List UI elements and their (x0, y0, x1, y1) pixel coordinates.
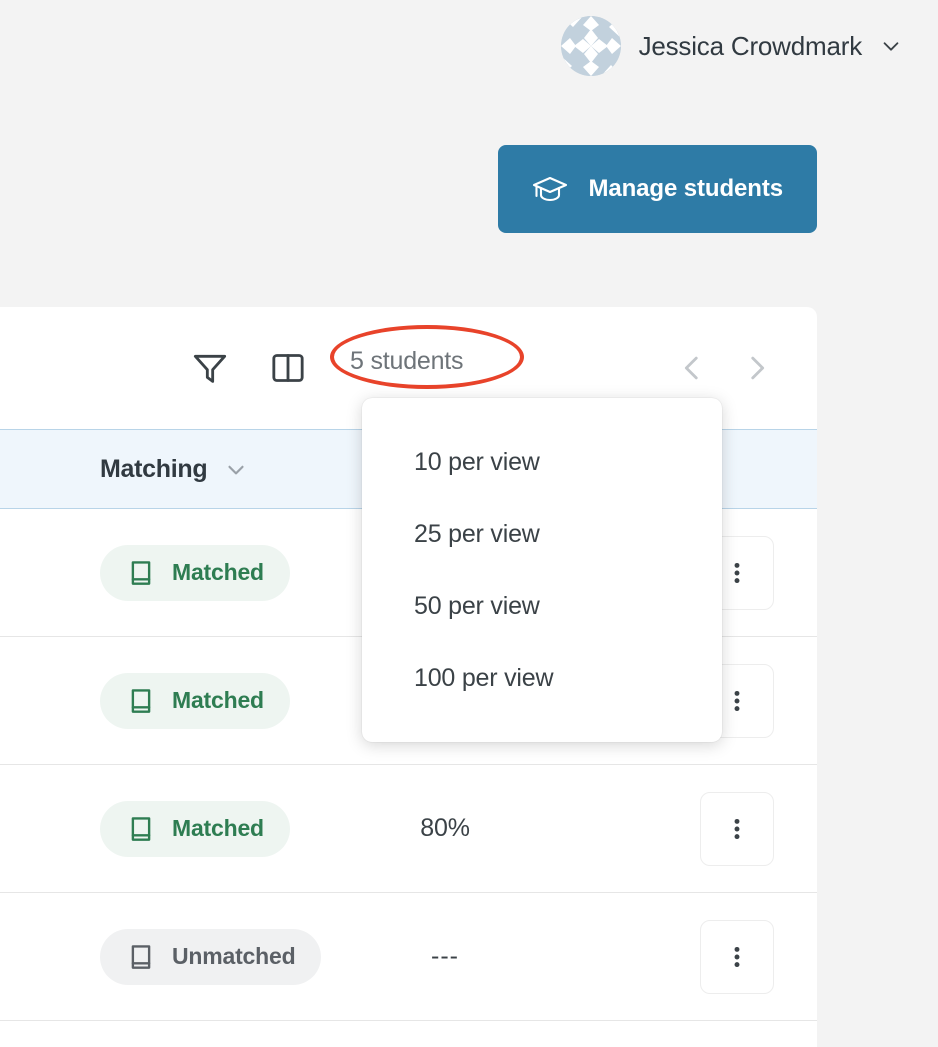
cell-matching-status: Matched (100, 672, 360, 729)
book-icon (131, 560, 151, 585)
kebab-menu-icon (734, 690, 740, 711)
status-badge-label: Matched (172, 559, 264, 585)
status-badge-label: Matched (172, 687, 264, 713)
per-view-option[interactable]: 100 per view (362, 642, 722, 714)
book-icon (131, 688, 151, 713)
pagination-next-button[interactable] (740, 351, 774, 385)
per-view-option[interactable]: 25 per view (362, 498, 722, 570)
manage-students-label: Manage students (588, 175, 783, 202)
cell-score: 80% (420, 814, 470, 842)
kebab-menu-icon (734, 562, 740, 583)
status-badge: Unmatched (100, 928, 322, 985)
cell-matching-status: Unmatched (100, 928, 360, 985)
cell-actions (700, 919, 774, 994)
per-view-count-button[interactable]: 5 students (350, 347, 464, 376)
user-avatar-identicon (560, 16, 621, 76)
kebab-menu-icon (734, 818, 740, 839)
action-row: Manage students (0, 145, 938, 233)
row-menu-button[interactable] (700, 919, 774, 994)
cell-matching-status: Matched (100, 800, 360, 857)
book-icon (131, 944, 151, 969)
cell-actions (700, 791, 774, 866)
status-badge: Matched (100, 672, 290, 729)
status-badge: Matched (100, 800, 290, 857)
status-badge-label: Matched (172, 815, 264, 841)
status-badge: Matched (100, 544, 290, 601)
cell-score: --- (431, 942, 459, 970)
column-header-matching[interactable]: Matching (100, 455, 249, 484)
per-view-option[interactable]: 50 per view (362, 570, 722, 642)
table-row[interactable]: Unmatched --- (0, 893, 817, 1021)
book-icon (131, 816, 151, 841)
filter-icon[interactable] (190, 348, 230, 388)
pagination-prev-button[interactable] (675, 351, 709, 385)
manage-students-button[interactable]: Manage students (498, 145, 817, 233)
cell-matching-status: Matched (100, 544, 360, 601)
user-name: Jessica Crowdmark (638, 30, 863, 61)
chevron-down-icon[interactable] (880, 35, 902, 57)
column-header-matching-label: Matching (100, 454, 208, 483)
kebab-menu-icon (734, 946, 740, 967)
user-menu[interactable]: Jessica Crowdmark (560, 16, 902, 76)
per-view-option[interactable]: 10 per view (362, 426, 722, 498)
chevron-down-icon[interactable] (223, 456, 249, 482)
table-row[interactable]: Matched 80% (0, 765, 817, 893)
row-menu-button[interactable] (700, 791, 774, 866)
per-view-dropdown-menu: 10 per view 25 per view 50 per view 100 per… (362, 398, 722, 742)
columns-icon[interactable] (268, 348, 308, 388)
graduation-cap-icon (533, 176, 568, 202)
status-badge-label: Unmatched (172, 943, 296, 969)
top-bar: Jessica Crowdmark (0, 0, 938, 92)
